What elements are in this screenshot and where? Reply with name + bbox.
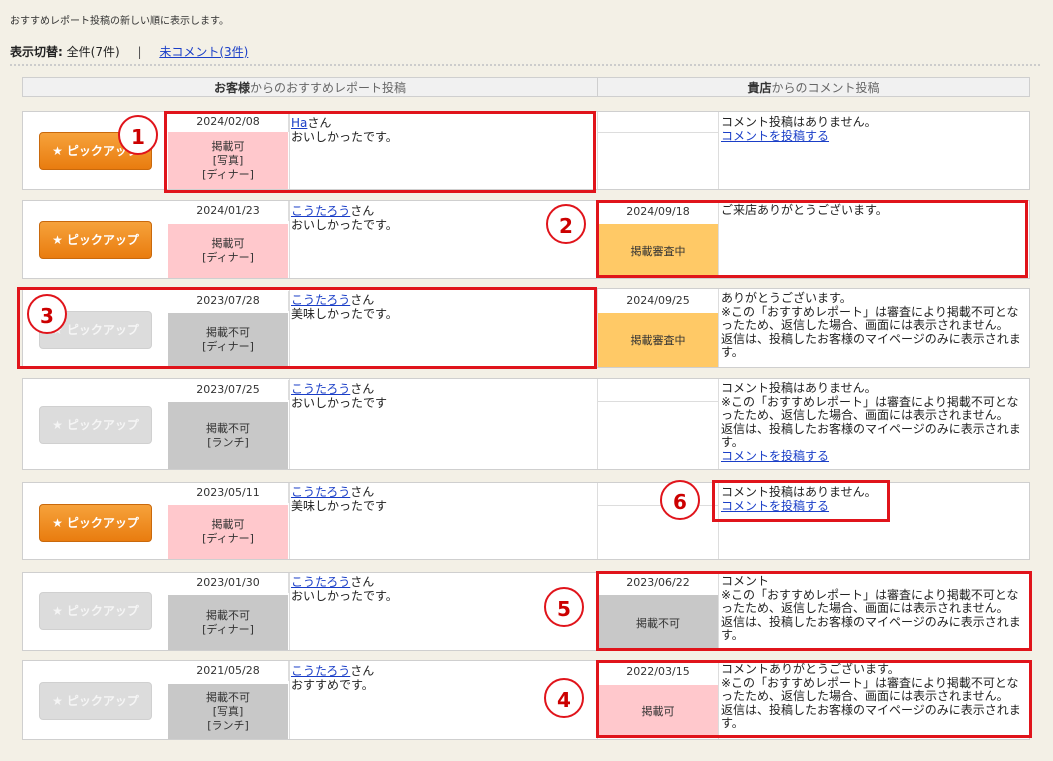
reply-divider (598, 505, 718, 506)
report-status: 掲載可 [ディナー] (168, 224, 288, 278)
header-customer-posts: お客様からのおすすめレポート投稿 (22, 77, 598, 97)
reply-divider (598, 401, 718, 402)
star-icon: ★ (52, 516, 63, 530)
annotation-box-2 (596, 200, 1028, 278)
reply-date: 2024/09/25 (626, 294, 690, 307)
reply-divider (598, 132, 718, 133)
column-divider (718, 112, 719, 189)
reply-content: ありがとうございます。 ※この「おすすめレポート」は審査により掲載不可となったた… (721, 291, 1027, 360)
column-divider (289, 573, 290, 650)
column-divider (718, 289, 719, 367)
reply-text: コメント投稿はありません。 (721, 115, 877, 129)
column-divider (718, 379, 719, 469)
header-shop-comments: 貴店からのコメント投稿 (597, 77, 1030, 97)
user-link[interactable]: こうたろう (291, 575, 350, 589)
annotation-box-3 (17, 287, 597, 369)
pickup-button[interactable]: ★ピックアップ (39, 406, 152, 444)
star-icon: ★ (52, 233, 63, 247)
annotation-box-5 (596, 571, 1032, 651)
pickup-button[interactable]: ★ピックアップ (39, 504, 152, 542)
pickup-label: ピックアップ (66, 604, 139, 618)
header-shop-rest: からのコメント投稿 (771, 81, 880, 95)
report-status: 掲載可 [ディナー] (168, 505, 288, 559)
pickup-label: ピックアップ (66, 233, 139, 247)
reply-status: 掲載審査中 (598, 313, 718, 367)
user-suffix: さん (350, 664, 375, 678)
report-status: 掲載不可 [ランチ] (168, 402, 288, 469)
pickup-label: ピックアップ (66, 516, 139, 530)
annotation-number-6: 6 (660, 480, 700, 520)
report-row: ★ ピックアップ 2023/07/25 掲載不可 [ランチ] こうたろうさん おいし… (22, 378, 1030, 470)
column-divider (597, 379, 598, 469)
view-filter: 表示切替: 全件(7件) | 未コメント(3件) (10, 43, 248, 60)
column-divider (289, 201, 290, 278)
report-date: 2023/05/11 (168, 483, 289, 503)
report-text: おいしかったです (291, 396, 388, 410)
annotation-number-3: 3 (27, 294, 67, 334)
star-icon: ★ (52, 144, 63, 158)
column-divider (289, 661, 290, 739)
divider (10, 64, 1040, 66)
column-divider (597, 483, 598, 559)
user-link[interactable]: こうたろう (291, 485, 350, 499)
annotation-number-1: 1 (118, 115, 158, 155)
user-link[interactable]: こうたろう (291, 382, 350, 396)
reply-text: ありがとうございます。 ※この「おすすめレポート」は審査により掲載不可となったた… (721, 291, 1021, 359)
user-suffix: さん (350, 204, 375, 218)
header-shop-strong: 貴店 (747, 81, 772, 95)
user-link[interactable]: こうたろう (291, 204, 350, 218)
star-icon: ★ (52, 418, 63, 432)
header-customer-strong: お客様 (213, 81, 250, 95)
column-divider (289, 379, 290, 469)
header-customer-rest: からのおすすめレポート投稿 (250, 81, 407, 95)
filter-label: 表示切替: (10, 45, 63, 59)
annotation-box-1 (164, 111, 596, 193)
user-link[interactable]: こうたろう (291, 664, 350, 678)
report-text: 美味しかったです (291, 499, 388, 513)
report-date: 2024/01/23 (168, 201, 289, 221)
annotation-number-2: 2 (546, 204, 586, 244)
pickup-button[interactable]: ★ピックアップ (39, 592, 152, 630)
user-suffix: さん (350, 485, 375, 499)
report-date: 2023/07/25 (168, 380, 289, 400)
report-status: 掲載不可 [ディナー] (168, 595, 288, 650)
pickup-button[interactable]: ★ピックアップ (39, 682, 152, 720)
filter-all: 全件(7件) (66, 45, 120, 59)
star-icon: ★ (52, 694, 63, 708)
report-content: こうたろうさん おいしかったです (291, 382, 591, 410)
report-content: こうたろうさん 美味しかったです (291, 485, 591, 513)
report-date: 2023/01/30 (168, 573, 289, 593)
annotation-number-5: 5 (544, 587, 584, 627)
column-divider (597, 112, 598, 189)
pickup-label: ピックアップ (66, 694, 139, 708)
report-text: おいしかったです。 (291, 218, 398, 232)
annotation-box-6 (712, 480, 890, 522)
annotation-box-4 (596, 660, 1032, 738)
pickup-label: ピックアップ (66, 418, 139, 432)
filter-separator: | (137, 45, 142, 59)
reply-text: コメント投稿はありません。 ※この「おすすめレポート」は審査により掲載不可となっ… (721, 381, 1021, 449)
post-comment-link[interactable]: コメントを投稿する (721, 449, 829, 463)
intro-text: おすすめレポート投稿の新しい順に表示します。 (10, 16, 229, 27)
report-status: 掲載不可 [写真] [ランチ] (168, 684, 288, 739)
reply-content: コメント投稿はありません。 ※この「おすすめレポート」は審査により掲載不可となっ… (721, 381, 1027, 463)
user-suffix: さん (350, 575, 375, 589)
star-icon: ★ (52, 604, 63, 618)
filter-uncommented-link[interactable]: 未コメント(3件) (159, 45, 248, 59)
user-suffix: さん (350, 382, 375, 396)
report-date: 2021/05/28 (168, 661, 289, 681)
report-text: おすすめです。 (291, 678, 374, 692)
post-comment-link[interactable]: コメントを投稿する (721, 129, 829, 143)
column-divider (289, 483, 290, 559)
report-text: おいしかったです。 (291, 589, 398, 603)
pickup-button[interactable]: ★ピックアップ (39, 221, 152, 259)
annotation-number-4: 4 (544, 678, 584, 718)
reply-content: コメント投稿はありません。 コメントを投稿する (721, 115, 1027, 143)
